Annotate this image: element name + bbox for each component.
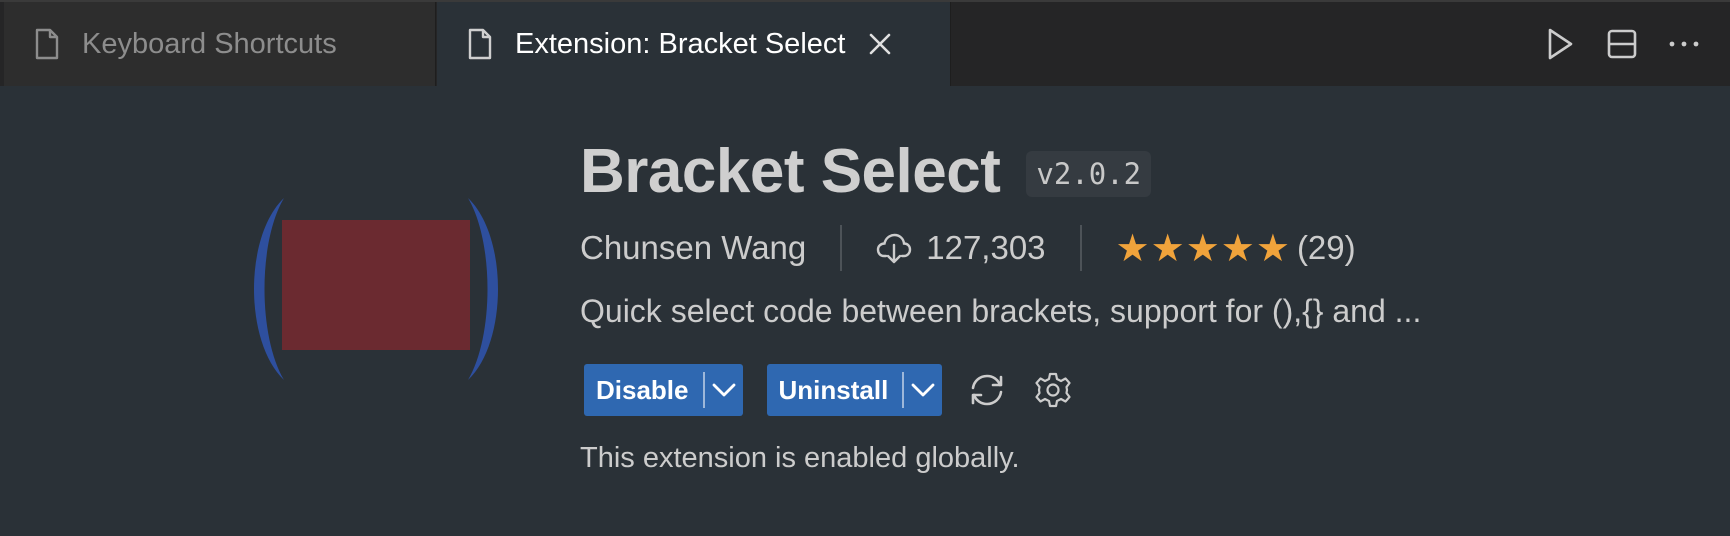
divider: [1079, 225, 1082, 271]
extension-details: Bracket Select v2.0.2 Chunsen Wang 127,3…: [0, 86, 1730, 536]
star-icon: ★: [1150, 227, 1186, 270]
close-icon[interactable]: [867, 31, 893, 57]
file-icon: [35, 28, 59, 60]
sync-icon: [971, 374, 1003, 406]
version-badge: v2.0.2: [1026, 150, 1152, 197]
tab-extension-bracket-select[interactable]: Extension: Bracket Select: [437, 2, 951, 86]
uninstall-button[interactable]: Uninstall: [767, 375, 903, 406]
title-row: Bracket Select v2.0.2: [580, 136, 1152, 207]
star-icon: ★: [1220, 227, 1256, 270]
action-buttons: Disable Uninstall: [584, 364, 1074, 416]
extension-logo-icon: [254, 198, 498, 380]
split-editor-button[interactable]: [1604, 26, 1640, 62]
divider: [840, 225, 843, 271]
enablement-status: This extension is enabled globally.: [580, 442, 1020, 474]
split-editor-icon: [1607, 29, 1637, 59]
more-actions-icon: [1669, 41, 1699, 47]
rating-stars[interactable]: ★ ★ ★ ★ ★: [1116, 226, 1291, 271]
disable-split-button: Disable: [584, 364, 743, 416]
chevron-down-icon: [712, 383, 735, 397]
install-count: 127,303: [926, 229, 1046, 266]
file-icon: [468, 28, 492, 60]
cloud-download-icon: [877, 233, 912, 264]
manage-button[interactable]: [1032, 369, 1074, 411]
disable-dropdown-button[interactable]: [705, 364, 743, 416]
run-icon: [1548, 28, 1573, 60]
extension-name: Bracket Select: [580, 137, 1001, 206]
tab-keyboard-shortcuts[interactable]: Keyboard Shortcuts: [4, 2, 436, 86]
tab-label: Keyboard Shortcuts: [82, 27, 337, 60]
publisher-name[interactable]: Chunsen Wang: [580, 229, 806, 267]
disable-button[interactable]: Disable: [584, 375, 703, 406]
editor-actions: [1516, 2, 1730, 86]
more-actions-button[interactable]: [1666, 26, 1702, 62]
extension-meta: Chunsen Wang 127,303 ★ ★ ★ ★ ★ (29): [580, 222, 1356, 274]
uninstall-split-button: Uninstall: [766, 364, 943, 416]
extension-description: Quick select code between brackets, supp…: [580, 293, 1422, 329]
star-icon: ★: [1115, 227, 1151, 270]
gear-icon: [1035, 372, 1071, 408]
chevron-down-icon: [911, 383, 935, 397]
star-icon: ★: [1185, 227, 1221, 270]
star-icon: ★: [1255, 227, 1291, 270]
rating-count: (29): [1296, 229, 1356, 266]
run-button[interactable]: [1542, 26, 1578, 62]
tab-label: Extension: Bracket Select: [515, 27, 846, 60]
auto-update-button[interactable]: [966, 369, 1008, 411]
uninstall-dropdown-button[interactable]: [904, 364, 942, 416]
editor-tab-bar: Keyboard Shortcuts Extension: Bracket Se…: [0, 0, 1730, 86]
